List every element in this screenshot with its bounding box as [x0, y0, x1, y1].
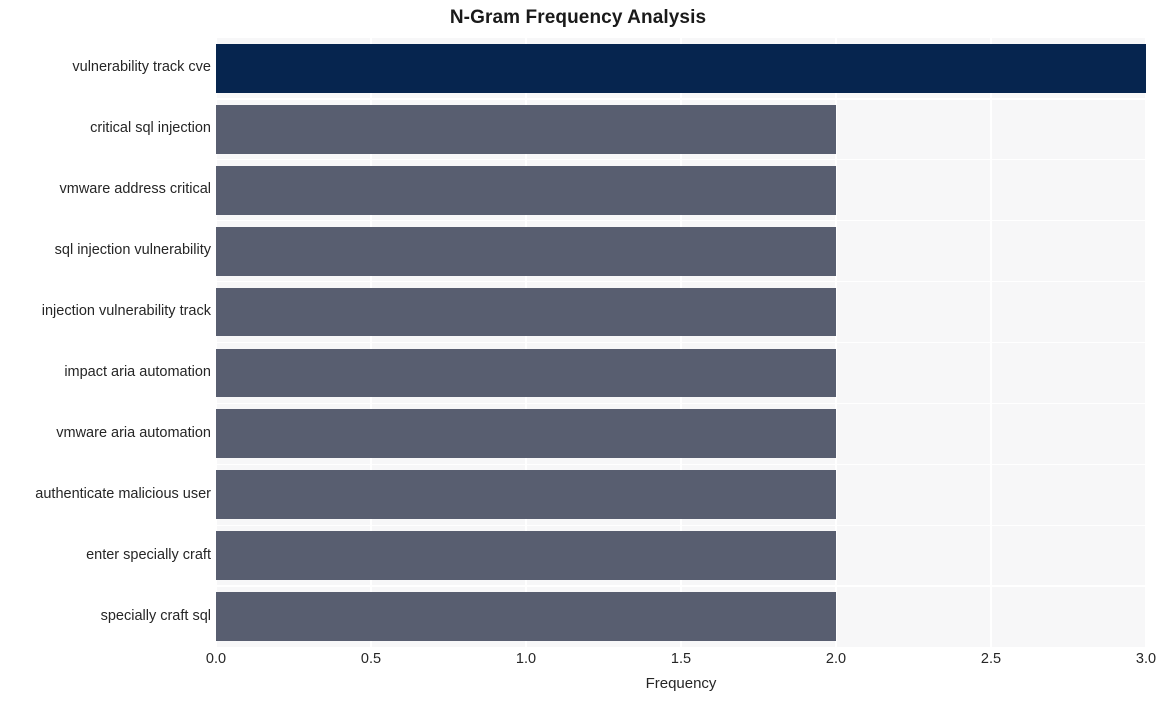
bar: [216, 44, 1146, 93]
x-axis-tick-label: 2.0: [825, 651, 847, 667]
x-axis-tick-label: 2.5: [980, 651, 1002, 667]
bar-series: [216, 38, 1146, 647]
bar: [216, 287, 836, 337]
bar: [216, 531, 836, 580]
plot-area: [216, 38, 1146, 647]
x-axis-tick-label: 0.0: [205, 651, 227, 667]
x-axis-tick-label: 1.5: [670, 651, 692, 667]
y-axis-tick-label: sql injection vulnerability: [54, 242, 211, 259]
x-axis-tick-label: 0.5: [360, 651, 382, 667]
bar: [216, 165, 836, 215]
chart-figure: N-Gram Frequency Analysis vulnerability …: [0, 0, 1156, 701]
y-axis-tick-label: vmware address critical: [59, 181, 212, 198]
x-axis-tick-label: 1.0: [515, 651, 537, 667]
y-axis-tick-label: authenticate malicious user: [35, 485, 211, 502]
bar: [216, 409, 836, 459]
bar: [216, 592, 836, 641]
bar: [216, 348, 836, 398]
y-axis-tick-label: impact aria automation: [64, 363, 211, 380]
y-axis-tick-label: critical sql injection: [90, 120, 211, 137]
page-title: N-Gram Frequency Analysis: [449, 7, 707, 28]
y-axis-tick-label: vmware aria automation: [56, 424, 211, 441]
x-axis-label: Frequency: [645, 675, 717, 692]
y-axis-tick-label: vulnerability track cve: [72, 59, 211, 76]
bar: [216, 470, 836, 520]
bar: [216, 104, 836, 154]
y-axis-tick-label: specially craft sql: [100, 607, 211, 624]
y-axis-tick-label: injection vulnerability track: [41, 303, 211, 320]
y-axis-tick-label: enter specially craft: [86, 546, 211, 563]
bar: [216, 226, 836, 276]
x-axis-tick-label: 3.0: [1135, 651, 1156, 667]
